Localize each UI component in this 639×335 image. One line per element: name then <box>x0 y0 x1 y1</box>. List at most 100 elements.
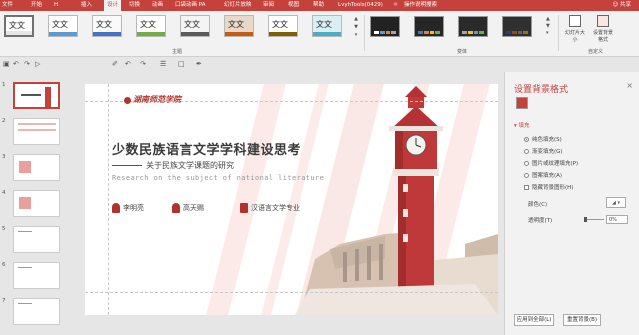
subtitle-dash <box>112 165 142 166</box>
variant-thumbnail[interactable] <box>370 16 400 37</box>
graduation-cap-icon <box>112 203 120 213</box>
slide-subtitle[interactable]: 关于民族文学课题的研究 <box>112 160 234 171</box>
theme-sample-text: 文文 <box>316 20 332 29</box>
redo-icon[interactable]: ↷ <box>24 60 30 68</box>
theme-stripe <box>269 32 297 36</box>
tab-lvyhtools[interactable]: LvyhTools(0429) <box>338 0 383 11</box>
variant-thumbnail[interactable] <box>458 16 488 37</box>
align-icon[interactable]: ☰ <box>160 60 166 68</box>
theme-thumbnail[interactable]: 文文 <box>180 15 210 37</box>
color-picker-button[interactable]: ◢ ▾ <box>606 197 626 208</box>
presenter-2[interactable]: 高天赐 <box>172 203 204 213</box>
radio <box>524 161 529 166</box>
fill-bucket-icon[interactable] <box>516 97 528 109</box>
theme-sample-text: 文文 <box>96 20 112 29</box>
theme-thumbnail[interactable]: 文文 <box>92 15 122 37</box>
theme-stripe <box>6 31 32 35</box>
slide-thumbnail[interactable] <box>13 82 60 109</box>
fill-section-header[interactable]: ▾ 填充 <box>514 121 530 129</box>
undo-icon[interactable]: ↶ <box>125 60 131 68</box>
slide-thumbnail[interactable] <box>13 226 60 253</box>
thumbnail-big-number <box>19 197 31 209</box>
theme-thumbnail[interactable]: 文文 <box>4 15 34 37</box>
theme-stripe <box>181 32 209 36</box>
format-painter-icon[interactable]: ✐ <box>112 60 118 68</box>
tab-slideshow[interactable]: 幻灯片放映 <box>224 0 252 11</box>
eyedropper-icon[interactable]: ✒ <box>196 60 202 68</box>
theme-stripe <box>49 32 77 36</box>
group-label-themes: 主题 <box>172 49 183 55</box>
tell-me-search[interactable]: 操作说明搜索 <box>404 0 437 11</box>
guide-line[interactable] <box>108 84 109 315</box>
format-background-button[interactable]: 设置背景格式 <box>592 15 614 43</box>
fill-option-solid[interactable]: 纯色填充(S) <box>524 135 562 143</box>
share-button[interactable]: ☺ 共享 <box>613 0 632 11</box>
tab-pocket-animation[interactable]: 口袋动画 PA <box>175 0 205 11</box>
transparency-label: 透明度(T) <box>528 218 553 224</box>
slide-title[interactable]: 少数民族语言文学学科建设思考 <box>112 139 301 158</box>
theme-thumbnail[interactable]: 文文 <box>268 15 298 37</box>
variant-swatches <box>506 31 528 34</box>
theme-thumbnail[interactable]: 文文 <box>48 15 78 37</box>
theme-stripe <box>137 32 165 36</box>
tab-review[interactable]: 审阅 <box>263 0 274 11</box>
variant-thumbnail[interactable] <box>414 16 444 37</box>
reset-background-button[interactable]: 重置背景(B) <box>563 314 601 326</box>
format-background-pane: 设置背景格式 × ▾ 填充 纯色填充(S) 渐变填充(G) 图片或纹理填充(P)… <box>504 72 639 335</box>
thumbnail-big-number <box>19 161 31 173</box>
slide-size-button[interactable]: 幻灯片大小 <box>564 15 586 43</box>
major-label[interactable]: 汉语言文学专业 <box>240 203 300 213</box>
theme-thumbnail[interactable]: 文文 <box>312 15 342 37</box>
save-icon[interactable]: ▣ <box>3 60 10 68</box>
thumbnail-tower-image <box>45 87 51 107</box>
slide-thumbnail[interactable] <box>13 190 60 217</box>
variant-swatches <box>462 31 484 34</box>
slide-thumbnail-pane: 1 2 3 4 5 6 7 <box>0 72 66 335</box>
fill-option-gradient[interactable]: 渐变填充(G) <box>524 147 563 155</box>
variant-thumbnail[interactable] <box>502 16 532 37</box>
transparency-input[interactable]: 0% <box>606 215 628 224</box>
current-slide[interactable] <box>85 84 498 315</box>
tab-insert[interactable]: 插入 <box>81 0 92 11</box>
start-slideshow-icon[interactable]: ▷ <box>35 60 40 68</box>
theme-stripe <box>93 32 121 36</box>
tab-home[interactable]: 开始 <box>31 0 42 11</box>
thumbnail-text-line <box>18 267 32 268</box>
undo-icon[interactable]: ↶ <box>13 60 19 68</box>
tab-transitions[interactable]: 切换 <box>129 0 140 11</box>
thumbnail-title-line <box>21 94 41 96</box>
hide-background-graphics-checkbox[interactable]: 隐藏背景图形(H) <box>524 183 573 191</box>
option-label: 隐藏背景图形(H) <box>532 185 574 191</box>
slide-thumbnail[interactable] <box>13 262 60 289</box>
book-icon <box>240 203 248 213</box>
tab-view[interactable]: 视图 <box>288 0 299 11</box>
slide-thumbnail[interactable] <box>13 118 60 145</box>
theme-thumbnail[interactable]: 文文 <box>136 15 166 37</box>
quick-access-toolbar: ▣ ↶ ↷ ▷ ✐ ↶ ↷ ☰ □ ✒ <box>0 57 639 72</box>
slide-english-title[interactable]: Research on the subject of national lite… <box>112 174 324 182</box>
slide-number: 1 <box>2 82 6 88</box>
presenter-1[interactable]: 李明亮 <box>112 203 144 213</box>
slide-thumbnail[interactable] <box>13 154 60 181</box>
guide-line[interactable] <box>85 292 498 293</box>
ribbon-design: 文文 文文 文文 文文 文文 文文 文文 文文 ▲ ▼ ▾ 主题 ▲ ▼ ▾ 变体 幻灯… <box>0 11 639 57</box>
tab-help[interactable]: 帮助 <box>313 0 324 11</box>
apply-to-all-button[interactable]: 应用到全部(L) <box>514 314 554 326</box>
shape-icon[interactable]: □ <box>178 60 185 68</box>
tab-animations[interactable]: 动画 <box>152 0 163 11</box>
transparency-slider[interactable] <box>584 217 604 222</box>
checkbox <box>524 185 529 190</box>
slide-thumbnail[interactable] <box>13 298 60 325</box>
close-icon[interactable]: × <box>626 81 633 90</box>
logo-seal-icon <box>124 96 131 104</box>
gallery-scroll-arrows[interactable]: ▲ ▼ ▾ <box>352 15 360 39</box>
redo-icon[interactable]: ↷ <box>140 60 146 68</box>
fill-option-picture[interactable]: 图片或纹理填充(P) <box>524 159 578 167</box>
theme-thumbnail[interactable]: 文文 <box>224 15 254 37</box>
variant-scroll-arrows[interactable]: ▲ ▼ ▾ <box>546 16 550 37</box>
tab-design[interactable]: 设计 <box>104 0 122 11</box>
thumbnail-stripe <box>18 129 56 131</box>
tab-file[interactable]: 文件 <box>2 0 13 11</box>
slider-thumb[interactable] <box>584 217 587 222</box>
fill-option-pattern[interactable]: 图案填充(A) <box>524 171 562 179</box>
